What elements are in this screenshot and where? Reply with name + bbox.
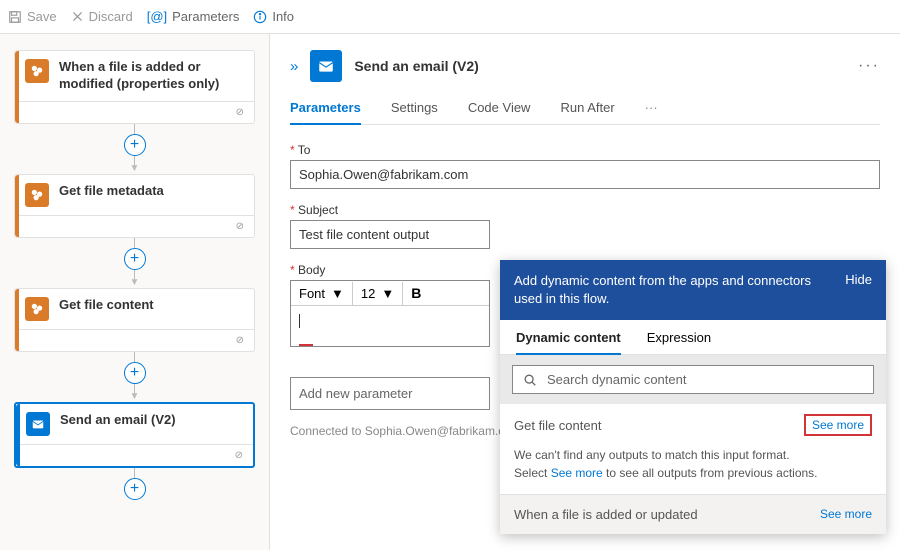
- add-step-button[interactable]: +: [124, 362, 146, 384]
- close-icon: [71, 10, 84, 23]
- section-get-file-content: Get file content See more: [500, 404, 886, 446]
- outlook-icon: [26, 412, 50, 436]
- action-card-content[interactable]: Get file content ⊘: [14, 288, 255, 352]
- action-title: Get file metadata: [59, 183, 164, 200]
- tab-expression[interactable]: Expression: [647, 330, 711, 354]
- connector: + ▼: [14, 124, 255, 174]
- action-card-metadata[interactable]: Get file metadata ⊘: [14, 174, 255, 238]
- toolbar: Save Discard [@] Parameters Info: [0, 0, 900, 34]
- add-step-button[interactable]: +: [124, 248, 146, 270]
- action-card-email[interactable]: Send an email (V2) ⊘: [14, 402, 255, 468]
- see-more-inline-link[interactable]: See more: [551, 466, 603, 480]
- collapse-button[interactable]: »: [290, 58, 298, 75]
- font-select[interactable]: Font▼: [291, 282, 353, 305]
- tab-more[interactable]: ···: [645, 100, 658, 124]
- link-icon: ⊘: [236, 335, 244, 346]
- popup-info-text: We can't find any outputs to match this …: [500, 446, 886, 495]
- tab-codeview[interactable]: Code View: [468, 100, 531, 124]
- link-icon: ⊘: [236, 221, 244, 232]
- bold-button[interactable]: B: [403, 281, 429, 305]
- to-label: * To: [290, 143, 880, 157]
- outlook-icon: [310, 50, 342, 82]
- rte-toolbar: Font▼ 12▼ B: [291, 281, 489, 306]
- add-parameter-dropdown[interactable]: Add new parameter: [290, 377, 490, 410]
- parameters-button[interactable]: [@] Parameters: [147, 9, 240, 24]
- popup-banner: Add dynamic content from the apps and co…: [500, 260, 886, 320]
- add-step-button[interactable]: +: [124, 478, 146, 500]
- tab-parameters[interactable]: Parameters: [290, 100, 361, 125]
- save-icon: [8, 10, 22, 24]
- sharepoint-icon: [25, 183, 49, 207]
- see-more-link[interactable]: See more: [820, 507, 872, 522]
- subject-label: * Subject: [290, 203, 490, 217]
- section-when-file-added: When a file is added or updated See more: [500, 495, 886, 534]
- discard-button[interactable]: Discard: [71, 9, 133, 24]
- sharepoint-icon: [25, 297, 49, 321]
- body-editor[interactable]: Font▼ 12▼ B: [290, 280, 490, 347]
- trigger-title: When a file is added or modified (proper…: [59, 59, 244, 93]
- info-button[interactable]: Info: [253, 9, 294, 24]
- sharepoint-icon: [25, 59, 49, 83]
- flow-canvas: When a file is added or modified (proper…: [0, 34, 270, 550]
- connector: + ▼: [14, 352, 255, 402]
- panel-title: Send an email (V2): [354, 58, 478, 74]
- font-size-select[interactable]: 12▼: [353, 282, 403, 305]
- tab-dynamic-content[interactable]: Dynamic content: [516, 330, 621, 355]
- info-icon: [253, 10, 267, 24]
- connector: +: [14, 468, 255, 500]
- connector: + ▼: [14, 238, 255, 288]
- to-input[interactable]: [290, 160, 880, 189]
- search-dynamic-content[interactable]: Search dynamic content: [512, 365, 874, 394]
- popup-tabs: Dynamic content Expression: [500, 320, 886, 355]
- action-title: Get file content: [59, 297, 154, 314]
- trigger-card[interactable]: When a file is added or modified (proper…: [14, 50, 255, 124]
- hide-button[interactable]: Hide: [845, 272, 872, 308]
- add-step-button[interactable]: +: [124, 134, 146, 156]
- action-title: Send an email (V2): [60, 412, 176, 429]
- tab-runafter[interactable]: Run After: [560, 100, 614, 124]
- more-menu[interactable]: ···: [858, 57, 880, 75]
- subject-input[interactable]: [290, 220, 490, 249]
- link-icon: ⊘: [235, 450, 243, 461]
- body-textarea[interactable]: [291, 306, 489, 346]
- link-icon: ⊘: [236, 107, 244, 118]
- parameters-icon: [@]: [147, 9, 167, 24]
- search-icon: [523, 373, 537, 387]
- panel-tabs: Parameters Settings Code View Run After …: [290, 100, 880, 125]
- save-button[interactable]: Save: [8, 9, 57, 24]
- tab-settings[interactable]: Settings: [391, 100, 438, 124]
- see-more-link[interactable]: See more: [804, 414, 872, 436]
- dynamic-content-popup: Add dynamic content from the apps and co…: [500, 260, 886, 534]
